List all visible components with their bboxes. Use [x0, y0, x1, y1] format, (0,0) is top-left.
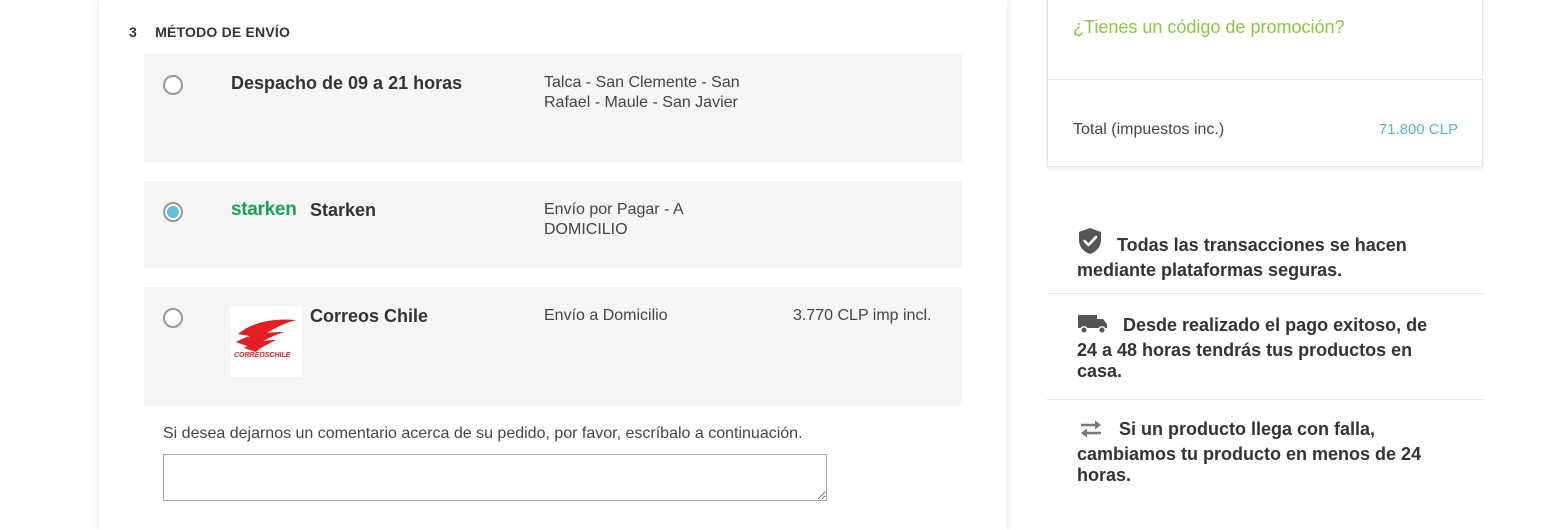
carrier-description: Talca - San Clemente - San Rafael - Maul… — [544, 74, 740, 111]
guarantee-exchange: Si un producto llega con falla, cambiamo… — [1047, 419, 1484, 486]
order-summary-card: ¿Tienes un código de promoción? Total (i… — [1047, 0, 1483, 167]
guarantee-divider — [1047, 293, 1484, 294]
carrier-name: Starken — [310, 200, 377, 220]
shipping-option-starken[interactable]: starken Starken Envío por Pagar - A DOMI… — [144, 181, 962, 268]
step-title: MÉTODO DE ENVÍO — [155, 24, 291, 40]
shipping-radio-correos[interactable] — [163, 308, 183, 328]
checkout-page: 3 MÉTODO DE ENVÍO Despacho de 09 a 21 ho… — [0, 0, 1553, 530]
total-value: 71.800 CLP — [1378, 121, 1458, 138]
truck-icon — [1077, 313, 1109, 340]
comment-label: Si desea dejarnos un comentario acerca d… — [163, 425, 803, 442]
guarantee-divider — [1047, 399, 1484, 400]
correos-logo-text: CORREOSCHILE — [234, 352, 291, 359]
promo-code-link[interactable]: ¿Tienes un código de promoción? — [1073, 17, 1345, 38]
shipping-radio-starken[interactable] — [163, 202, 183, 222]
carrier-description: Envío a Domicilio — [544, 307, 668, 324]
exchange-arrows-icon — [1077, 419, 1105, 444]
carrier-price: 3.770 CLP imp incl. — [793, 307, 932, 324]
shield-check-icon — [1077, 227, 1103, 260]
shipping-option-despacho[interactable]: Despacho de 09 a 21 horas Talca - San Cl… — [144, 54, 962, 162]
guarantee-delivery-time: Desde realizado el pago exitoso, de 24 a… — [1047, 313, 1484, 382]
guarantee-secure-payments: Todas las transacciones se hacen mediant… — [1047, 227, 1484, 281]
carrier-name: Despacho de 09 a 21 horas — [231, 73, 463, 93]
correos-wing-icon — [236, 319, 296, 352]
correos-chile-logo: CORREOSCHILE — [230, 306, 302, 377]
summary-divider — [1048, 79, 1482, 80]
shipping-radio-despacho[interactable] — [163, 75, 183, 95]
guarantee-text: Desde realizado el pago exitoso, de 24 a… — [1077, 315, 1428, 381]
order-comment-textarea[interactable] — [163, 454, 827, 501]
starken-logo: starken — [231, 199, 297, 220]
total-label: Total (impuestos inc.) — [1073, 121, 1225, 138]
guarantee-text: Si un producto llega con falla, cambiamo… — [1077, 419, 1422, 485]
carrier-name: Correos Chile — [310, 306, 429, 326]
carrier-description: Envío por Pagar - A DOMICILIO — [544, 201, 683, 238]
guarantee-text: Todas las transacciones se hacen mediant… — [1077, 235, 1407, 280]
shipping-method-section: 3 MÉTODO DE ENVÍO Despacho de 09 a 21 ho… — [99, 0, 1007, 530]
step-number: 3 — [129, 24, 137, 40]
shipping-option-correos[interactable]: CORREOSCHILE Correos Chile Envío a Domic… — [144, 287, 962, 406]
step-heading: 3 MÉTODO DE ENVÍO — [129, 24, 290, 40]
